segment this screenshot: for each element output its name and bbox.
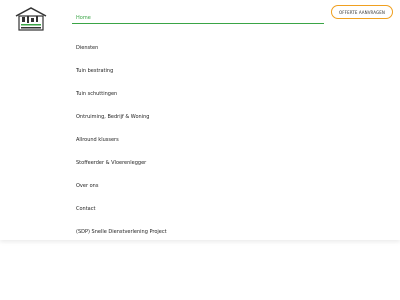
- menu-item-sdp-snelle-dienstverlening-project[interactable]: (SDP) Snelle Dienstverlening Project: [72, 220, 324, 243]
- house-with-tools-logo-icon: [15, 7, 47, 31]
- menu-item-tuin-bestrating[interactable]: Tuin bestrating: [72, 59, 324, 82]
- menu-item-ontruiming-bedrijf-woning[interactable]: Ontruiming, Bedrijf & Woning: [72, 105, 324, 128]
- logo[interactable]: [14, 6, 48, 32]
- menu-item-home[interactable]: Home: [72, 10, 324, 24]
- menu-item-tuin-schuttingen[interactable]: Tuin schuttingen: [72, 82, 324, 105]
- menu-item-diensten[interactable]: Diensten: [72, 36, 324, 59]
- main-menu: Home Diensten Tuin bestrating Tuin schuttin…: [72, 10, 324, 243]
- menu-item-over-ons[interactable]: Over ons: [72, 174, 324, 197]
- mobile-menu-panel: Home Diensten Tuin bestrating Tuin schuttin…: [0, 0, 400, 240]
- request-quote-button[interactable]: OFFERTE AANVRAGEN: [331, 5, 393, 19]
- menu-item-allround-klussers[interactable]: Allround klussers: [72, 128, 324, 151]
- menu-item-contact[interactable]: Contact: [72, 197, 324, 220]
- menu-item-stoffeerder-vloerenlegger[interactable]: Stoffeerder & Vloerenlegger: [72, 151, 324, 174]
